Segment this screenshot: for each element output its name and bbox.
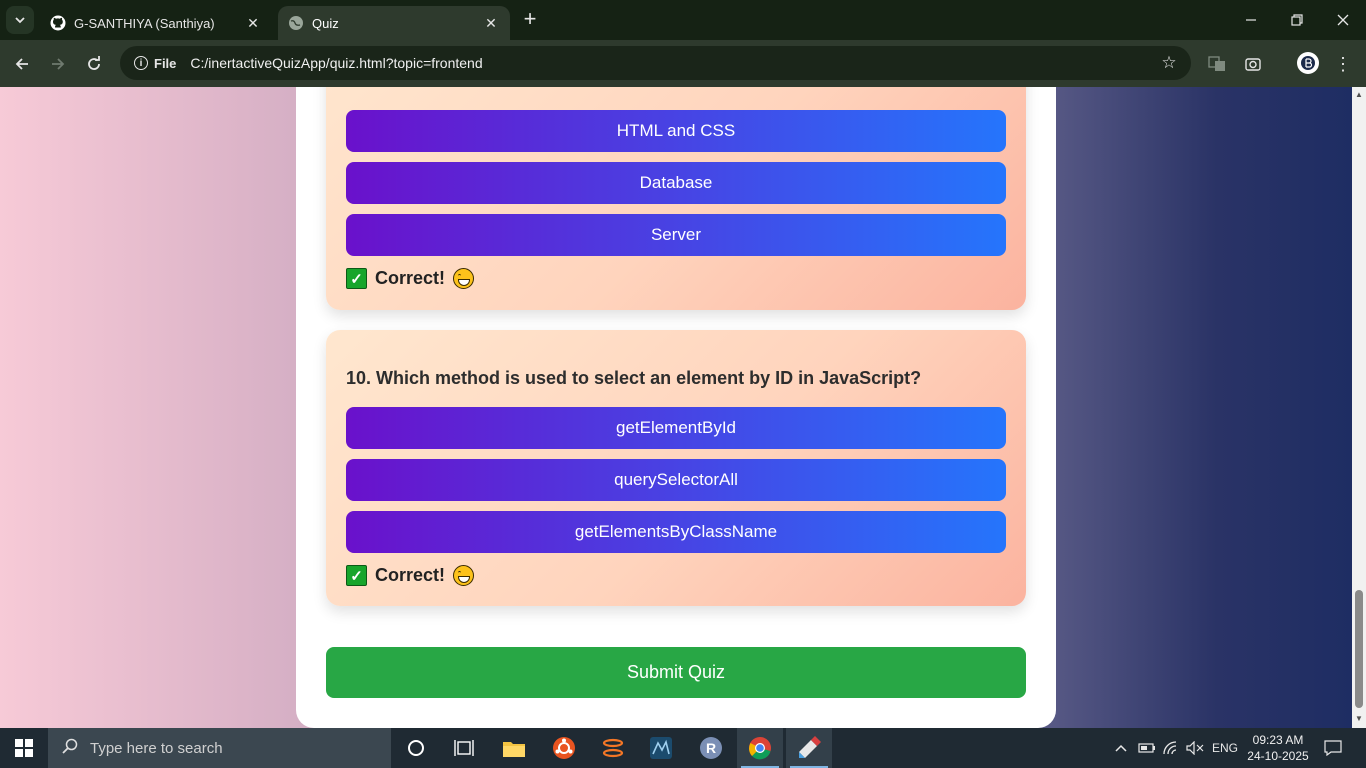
- search-placeholder: Type here to search: [90, 739, 223, 757]
- github-icon: [50, 15, 66, 31]
- reload-icon: [88, 56, 100, 70]
- search-icon: [62, 738, 78, 758]
- tab-quiz[interactable]: Quiz ✕: [278, 6, 510, 40]
- grinning-face-icon: [453, 268, 475, 289]
- language-indicator[interactable]: ENG: [1212, 728, 1238, 768]
- question-card: HTML and CSS Database Server ✓ Correct!: [326, 87, 1026, 310]
- r-app-icon[interactable]: R: [688, 728, 734, 768]
- ubuntu-icon[interactable]: [541, 728, 587, 768]
- browser-toolbar: i File C:/inertactiveQuizApp/quiz.html?t…: [0, 40, 1366, 87]
- clock-date: 24-10-2025: [1247, 749, 1309, 763]
- back-button[interactable]: [8, 50, 36, 78]
- back-arrow-icon: [15, 58, 28, 70]
- restore-icon: [1291, 14, 1303, 26]
- check-mark-icon: ✓: [346, 268, 367, 289]
- windows-taskbar: Type here to search R ENG 09:23 AM 24-10…: [0, 728, 1366, 768]
- new-tab-button[interactable]: +: [518, 8, 542, 32]
- reload-button[interactable]: [80, 50, 108, 78]
- clock-time: 09:23 AM: [1252, 733, 1304, 747]
- chrome-icon[interactable]: [737, 728, 783, 768]
- show-hidden-icons-button[interactable]: [1114, 728, 1128, 768]
- tab-search-button[interactable]: [6, 6, 34, 34]
- tab-title: G-SANTHIYA (Santhiya): [74, 15, 215, 31]
- answer-feedback: ✓ Correct!: [346, 268, 475, 289]
- taskbar-search[interactable]: Type here to search: [48, 728, 391, 768]
- cortana-icon[interactable]: [393, 728, 439, 768]
- site-info-chip[interactable]: i File: [126, 50, 184, 76]
- feedback-text: Correct!: [375, 268, 446, 288]
- scroll-thumb[interactable]: [1355, 590, 1363, 708]
- notifications-icon[interactable]: [1324, 728, 1342, 768]
- tab-github[interactable]: G-SANTHIYA (Santhiya) ✕: [40, 6, 272, 40]
- screenshot-icon[interactable]: [1240, 51, 1266, 77]
- task-view-icon[interactable]: [441, 728, 487, 768]
- chevron-down-icon: [15, 17, 25, 24]
- option-button[interactable]: getElementsByClassName: [346, 511, 1006, 553]
- jupyter-icon[interactable]: [590, 728, 636, 768]
- url-text[interactable]: C:/inertactiveQuizApp/quiz.html?topic=fr…: [190, 55, 1155, 71]
- svg-text:R: R: [706, 740, 716, 756]
- quiz-container: HTML and CSS Database Server ✓ Correct! …: [296, 87, 1056, 728]
- question-text: 10. Which method is used to select an el…: [346, 368, 922, 388]
- forward-button[interactable]: [44, 50, 72, 78]
- profile-icon: [1301, 56, 1315, 70]
- question-card: 10. Which method is used to select an el…: [326, 330, 1026, 606]
- option-button[interactable]: getElementById: [346, 407, 1006, 449]
- option-button[interactable]: querySelectorAll: [346, 459, 1006, 501]
- battery-icon[interactable]: [1138, 728, 1156, 768]
- file-explorer-icon[interactable]: [491, 728, 537, 768]
- address-bar[interactable]: i File C:/inertactiveQuizApp/quiz.html?t…: [120, 46, 1191, 80]
- submit-quiz-button[interactable]: Submit Quiz: [326, 647, 1026, 698]
- close-icon: [1337, 14, 1349, 26]
- language-label: ENG: [1212, 741, 1239, 755]
- page-viewport: HTML and CSS Database Server ✓ Correct! …: [0, 87, 1352, 728]
- start-button[interactable]: [0, 728, 48, 768]
- option-button[interactable]: Server: [346, 214, 1006, 256]
- feedback-text: Correct!: [375, 565, 446, 585]
- option-button[interactable]: HTML and CSS: [346, 110, 1006, 152]
- tab-title: Quiz: [312, 15, 339, 31]
- option-button[interactable]: Database: [346, 162, 1006, 204]
- check-mark-icon: ✓: [346, 565, 367, 586]
- grinning-face-icon: [453, 565, 475, 586]
- close-icon[interactable]: ✕: [244, 14, 262, 32]
- wifi-icon[interactable]: [1163, 728, 1181, 768]
- scheme-label: File: [154, 55, 177, 71]
- answer-feedback: ✓ Correct!: [346, 565, 475, 586]
- taskbar-clock[interactable]: 09:23 AM 24-10-2025: [1240, 732, 1316, 764]
- paint-app-icon[interactable]: [786, 728, 832, 768]
- info-icon: i: [134, 56, 148, 70]
- minimize-icon: [1246, 19, 1256, 21]
- volume-muted-icon[interactable]: [1186, 728, 1204, 768]
- close-window-button[interactable]: [1320, 0, 1366, 40]
- translate-icon[interactable]: [1204, 51, 1230, 77]
- tab-strip: G-SANTHIYA (Santhiya) ✕ Quiz ✕ +: [0, 0, 1366, 40]
- close-icon[interactable]: ✕: [482, 14, 500, 32]
- minimize-button[interactable]: [1228, 0, 1274, 40]
- globe-icon: [288, 15, 304, 31]
- more-menu-icon[interactable]: ⋮: [1330, 51, 1356, 77]
- scroll-down-arrow-icon[interactable]: ▼: [1355, 715, 1363, 723]
- chevron-up-icon: [1115, 744, 1127, 752]
- forward-arrow-icon: [52, 58, 65, 70]
- page-scrollbar[interactable]: ▲ ▼: [1352, 87, 1366, 728]
- windows-logo-icon: [15, 739, 33, 757]
- scroll-up-arrow-icon[interactable]: ▲: [1355, 91, 1363, 99]
- mysql-workbench-icon[interactable]: [638, 728, 684, 768]
- bookmark-star-icon[interactable]: ☆: [1155, 53, 1183, 73]
- restore-button[interactable]: [1274, 0, 1320, 40]
- profile-avatar[interactable]: [1297, 52, 1319, 74]
